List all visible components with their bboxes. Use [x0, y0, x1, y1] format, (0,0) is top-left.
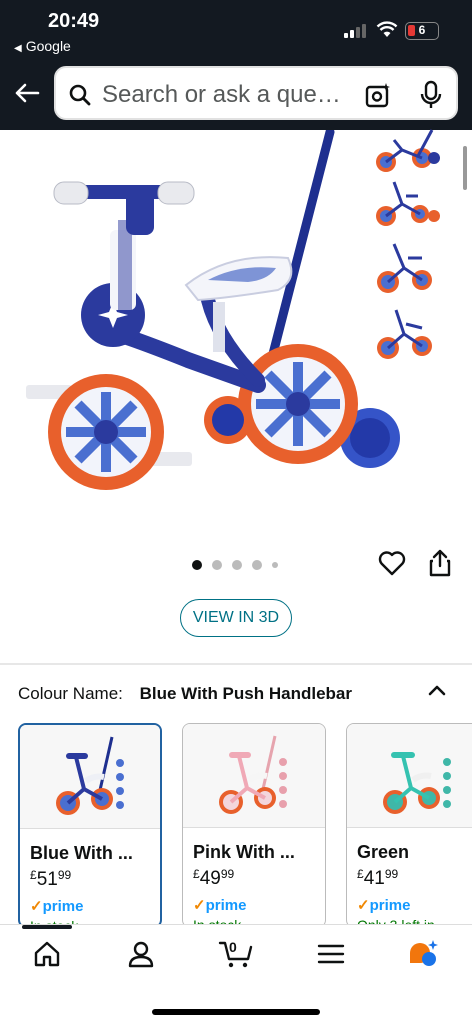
pagination-dot[interactable]	[232, 560, 242, 570]
heart-icon[interactable]	[378, 550, 406, 576]
arrow-left-icon[interactable]	[12, 78, 42, 108]
swatch-name: Pink With ...	[193, 842, 295, 862]
section-divider	[0, 663, 472, 665]
image-pagination-dots[interactable]	[192, 558, 292, 572]
home-indicator-bar[interactable]	[152, 1009, 320, 1015]
swatch-price: £4999	[193, 867, 235, 889]
search-bar[interactable]: Search or ask a que…	[54, 66, 458, 120]
swatch-image	[20, 725, 160, 829]
bottom-navigation: 0	[0, 924, 472, 1024]
view-in-3d-button[interactable]: VIEW IN 3D	[180, 599, 292, 637]
battery-indicator: 6	[405, 22, 439, 40]
menu-icon[interactable]	[316, 939, 346, 969]
swatch-image	[183, 724, 325, 828]
top-header: 20:49 ◀ Google 6 Search or ask a que…	[0, 0, 472, 130]
thumbnail-image[interactable]	[372, 238, 444, 300]
search-input[interactable]: Search or ask a que…	[102, 81, 352, 109]
user-icon[interactable]	[126, 939, 156, 969]
chevron-up-icon[interactable]	[428, 683, 446, 697]
prime-badge: ✓prime	[357, 897, 411, 914]
back-to-app-link[interactable]: ◀ Google	[14, 38, 71, 54]
status-time: 20:49	[48, 10, 100, 32]
product-gallery: VIEW IN 3D	[0, 129, 472, 660]
pagination-dot[interactable]	[272, 562, 278, 568]
prime-badge: ✓prime	[30, 898, 84, 915]
variation-swatch-card[interactable]: Pink With ... £4999 ✓prime In stock	[182, 723, 326, 928]
variation-swatch-card[interactable]: Green £4199 ✓prime Only 3 left in	[346, 723, 472, 928]
home-icon[interactable]	[32, 939, 62, 969]
microphone-icon[interactable]	[418, 80, 444, 110]
pagination-dot[interactable]	[212, 560, 222, 570]
gallery-scrollbar[interactable]	[463, 146, 467, 190]
share-icon[interactable]	[428, 548, 452, 578]
swatch-image	[347, 724, 472, 828]
swatch-name: Blue With ...	[30, 843, 133, 863]
swatch-price: £5199	[30, 868, 72, 890]
pagination-dot-active[interactable]	[192, 560, 202, 570]
back-app-name: Google	[25, 38, 71, 54]
pagination-dot[interactable]	[252, 560, 262, 570]
product-image-main[interactable]	[18, 130, 418, 520]
swatch-price: £4199	[357, 867, 399, 889]
variation-selected-value: Blue With Push Handlebar	[139, 684, 352, 703]
swatch-name: Green	[357, 842, 410, 862]
camera-lens-icon[interactable]	[364, 81, 392, 109]
active-tab-indicator	[22, 925, 72, 929]
search-icon	[69, 84, 91, 106]
variation-label: Colour Name:	[18, 684, 123, 703]
cart-count-badge: 0	[229, 939, 237, 955]
variation-header[interactable]: Colour Name: Blue With Push Handlebar	[18, 684, 352, 704]
cellular-signal-icon	[344, 24, 370, 38]
thumbnail-image[interactable]	[372, 304, 444, 366]
variation-swatch-card[interactable]: Blue With ... £5199 ✓prime In stock	[18, 723, 162, 928]
battery-level: 6	[418, 23, 426, 37]
back-triangle-icon: ◀	[14, 43, 22, 54]
wifi-icon	[376, 21, 398, 37]
thumbnail-image[interactable]	[372, 174, 444, 236]
rufus-assistant-icon[interactable]	[408, 939, 438, 969]
prime-badge: ✓prime	[193, 897, 247, 914]
